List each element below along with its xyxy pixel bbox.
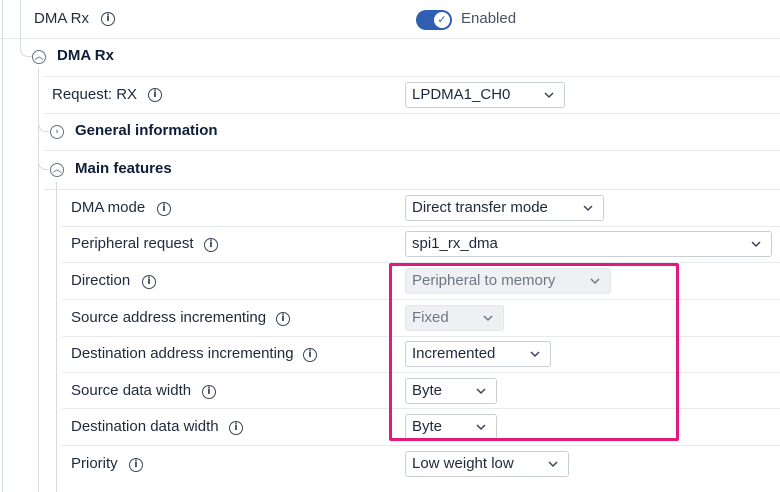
setting-label: Source data width	[71, 382, 192, 399]
dma-rx-toggle[interactable]: ✓	[416, 10, 452, 30]
collapse-chevron-up-icon[interactable]: ︿	[50, 163, 64, 177]
info-icon[interactable]: i	[142, 275, 156, 289]
tree-line-main	[56, 182, 57, 492]
dma-rx-section-title: DMA Rx	[57, 47, 114, 64]
expand-chevron-right-icon[interactable]: ›	[50, 125, 64, 139]
general-information-title: General information	[75, 122, 218, 139]
setting-label: Destination data width	[71, 418, 219, 435]
request-label: Request: RX	[52, 86, 138, 103]
info-icon[interactable]: i	[129, 458, 143, 472]
request-select[interactable]: LPDMA1_CH0	[405, 82, 565, 108]
info-icon[interactable]: i	[276, 312, 290, 326]
info-icon[interactable]: i	[229, 421, 243, 435]
chevron-down-icon	[583, 205, 593, 212]
peripheral-request-select[interactable]: spi1_rx_dma	[405, 231, 772, 257]
highlight-box	[389, 263, 679, 441]
dma-mode-select[interactable]: Direct transfer mode	[405, 195, 604, 221]
chevron-down-icon	[751, 241, 761, 248]
collapse-chevron-up-icon[interactable]: ︿	[32, 50, 46, 64]
tree-branch-general	[38, 112, 49, 132]
info-icon[interactable]: i	[101, 12, 115, 26]
setting-label: Peripheral request	[71, 235, 194, 252]
priority-select[interactable]: Low weight low	[405, 451, 569, 477]
tree-branch-dma-rx	[20, 0, 33, 57]
setting-value: Direct transfer mode	[412, 199, 548, 216]
setting-value: spi1_rx_dma	[412, 235, 498, 252]
dma-rx-label: DMA Rx	[34, 10, 90, 27]
main-features-title: Main features	[75, 160, 172, 177]
setting-label: Priority	[71, 455, 118, 472]
info-icon[interactable]: i	[204, 238, 218, 252]
info-icon[interactable]: i	[148, 88, 162, 102]
chevron-down-icon	[544, 92, 554, 99]
info-icon[interactable]: i	[157, 202, 171, 216]
check-icon: ✓	[434, 12, 450, 28]
setting-label: Source address incrementing	[71, 309, 267, 326]
request-select-value: LPDMA1_CH0	[412, 86, 511, 103]
row-separator	[44, 189, 780, 190]
chevron-down-icon	[548, 461, 558, 468]
row-separator	[44, 76, 780, 77]
row-separator	[62, 445, 780, 446]
setting-value: Low weight low	[412, 455, 514, 472]
row-separator	[62, 226, 780, 227]
setting-label: DMA mode	[71, 199, 146, 216]
tree-branch-main	[38, 150, 49, 170]
dma-rx-toggle-state: Enabled	[461, 10, 517, 27]
row-separator	[44, 150, 780, 151]
row-separator	[44, 113, 780, 114]
tree-line-dma-rx	[38, 68, 39, 492]
tree-line-outer	[2, 0, 3, 492]
info-icon[interactable]: i	[202, 385, 216, 399]
info-icon[interactable]: i	[303, 348, 317, 362]
setting-label: Destination address incrementing	[71, 345, 294, 362]
setting-label: Direction	[71, 272, 131, 289]
row-separator	[0, 38, 780, 39]
